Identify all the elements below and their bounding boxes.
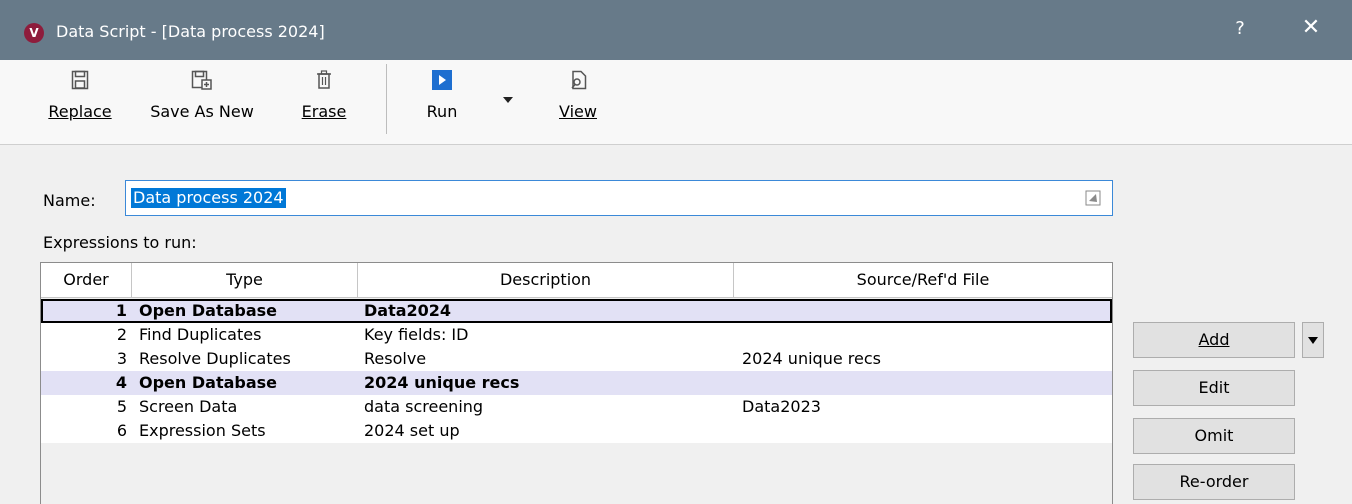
replace-button[interactable]: Replace xyxy=(44,70,116,132)
row-order: 4 xyxy=(115,373,127,392)
run-dropdown-arrow[interactable] xyxy=(501,92,515,106)
row-source: 2024 unique recs xyxy=(742,349,881,368)
erase-button[interactable]: Erase xyxy=(296,70,352,132)
view-button[interactable]: View xyxy=(552,70,604,132)
header-description[interactable]: Description xyxy=(358,263,734,297)
window-title: Data Script - [Data process 2024] xyxy=(56,22,325,41)
row-source: Data2023 xyxy=(742,397,821,416)
toolbar: Replace Save As New Erase Run View xyxy=(0,60,1352,145)
title-bar: V Data Script - [Data process 2024] ? ✕ xyxy=(0,0,1352,60)
chevron-down-icon xyxy=(503,97,513,103)
play-icon xyxy=(420,70,464,100)
help-button[interactable]: ? xyxy=(1228,18,1252,44)
save-as-new-label: Save As New xyxy=(150,102,254,121)
table-row[interactable]: 3 Resolve Duplicates Resolve 2024 unique… xyxy=(41,347,1112,371)
row-description: Data2024 xyxy=(364,301,452,320)
close-button[interactable]: ✕ xyxy=(1296,15,1326,45)
chevron-down-icon xyxy=(1308,337,1318,344)
name-input[interactable]: Data process 2024 xyxy=(125,180,1113,216)
trash-icon xyxy=(296,70,352,100)
save-disk-icon xyxy=(44,70,116,100)
save-as-new-button[interactable]: Save As New xyxy=(142,70,262,132)
expressions-grid: Order Type Description Source/Ref'd File… xyxy=(40,262,1113,504)
row-type: Open Database xyxy=(139,301,278,320)
edit-button[interactable]: Edit xyxy=(1133,370,1295,406)
row-description: 2024 unique recs xyxy=(364,373,520,392)
row-type: Expression Sets xyxy=(139,421,266,440)
expressions-label: Expressions to run: xyxy=(43,233,197,252)
save-new-icon xyxy=(142,70,262,100)
name-label: Name: xyxy=(43,191,96,210)
header-source-file[interactable]: Source/Ref'd File xyxy=(734,263,1112,297)
add-dropdown-button[interactable] xyxy=(1302,322,1324,358)
row-description: Key fields: ID xyxy=(364,325,469,344)
table-row[interactable]: 2 Find Duplicates Key fields: ID xyxy=(41,323,1112,347)
row-description: 2024 set up xyxy=(364,421,460,440)
app-logo-icon: V xyxy=(24,23,44,43)
header-type[interactable]: Type xyxy=(132,263,358,297)
row-order: 6 xyxy=(116,421,127,440)
view-label: View xyxy=(559,102,597,121)
name-value: Data process 2024 xyxy=(131,188,286,208)
view-document-icon xyxy=(552,70,604,100)
toolbar-separator xyxy=(386,64,387,134)
run-label: Run xyxy=(426,102,458,121)
table-row[interactable]: 6 Expression Sets 2024 set up xyxy=(41,419,1112,443)
grid-header: Order Type Description Source/Ref'd File xyxy=(41,263,1112,298)
header-order[interactable]: Order xyxy=(41,263,132,297)
browse-icon[interactable] xyxy=(1085,190,1101,206)
row-type: Resolve Duplicates xyxy=(139,349,291,368)
row-order: 2 xyxy=(116,325,127,344)
row-order: 5 xyxy=(116,397,127,416)
reorder-button[interactable]: Re-order xyxy=(1133,464,1295,500)
table-row[interactable]: 1 Open Database Data2024 xyxy=(41,299,1112,323)
row-type: Screen Data xyxy=(139,397,238,416)
table-row[interactable]: 5 Screen Data data screening Data2023 xyxy=(41,395,1112,419)
erase-label: Erase xyxy=(301,102,347,121)
table-row[interactable]: 4 Open Database 2024 unique recs xyxy=(41,371,1112,395)
row-type: Open Database xyxy=(139,373,278,392)
row-order: 3 xyxy=(116,349,127,368)
run-button[interactable]: Run xyxy=(420,70,464,132)
replace-label: Replace xyxy=(48,102,112,121)
row-type: Find Duplicates xyxy=(139,325,262,344)
row-description: Resolve xyxy=(364,349,427,368)
row-description: data screening xyxy=(364,397,484,416)
omit-button[interactable]: Omit xyxy=(1133,418,1295,454)
add-button[interactable]: Add xyxy=(1133,322,1295,358)
row-order: 1 xyxy=(115,301,127,320)
